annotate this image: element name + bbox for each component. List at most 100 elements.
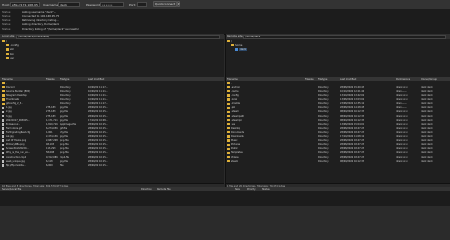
table-row[interactable]: Thumbnails Directory 10/09/22 11:11... bbox=[0, 98, 224, 102]
table-row[interactable]: PrimaryDBs.png 48,193 png-file 28/09/22 10:… bbox=[0, 143, 224, 147]
table-row[interactable]: Videos Directory 28/08/2022 18:47:23 drwxr-… bbox=[225, 155, 450, 159]
folder-icon bbox=[2, 82, 5, 85]
table-row[interactable]: .mozilla Directory 23/08/2022 12:35:12 drwx… bbox=[225, 102, 450, 106]
file-icon bbox=[2, 114, 4, 118]
table-row[interactable]: .steampath Directory 08/09/2022 16:12:33 dr… bbox=[225, 114, 450, 118]
local-path-input[interactable]: /home/deck/Downloads/ bbox=[16, 34, 220, 39]
table-row[interactable]: gitconfig_2_3... Directory 10/09/22 11:17.… bbox=[0, 102, 224, 106]
table-row[interactable]: Music Directory 28/08/2022 18:47:23 drwxr-x… bbox=[225, 139, 450, 143]
table-row[interactable]: steam Directory 08/09/2022 16:12:33 drwxr-x… bbox=[225, 159, 450, 163]
table-row[interactable]: eseb_unique.jpg 6,118 jpg-file 28/09/22 10:… bbox=[0, 159, 224, 163]
pane-splitter[interactable] bbox=[224, 34, 226, 187]
table-row[interactable]: .cache Directory 10/10/2022 12:21:44 drwx--… bbox=[225, 90, 450, 94]
table-row[interactable]: .. bbox=[225, 82, 450, 86]
tree-node[interactable]: usr bbox=[6, 56, 14, 60]
cell-name: Templates bbox=[231, 151, 243, 155]
table-row[interactable]: .var Directory 13/08/2022 15:04:01 drwxr-xr… bbox=[225, 123, 450, 127]
cell-mod: 17/10/22 10:08... bbox=[88, 118, 108, 122]
table-row[interactable]: ForthgradingRest.cfg 1,001 cfg-file 28/09/2… bbox=[0, 131, 224, 135]
table-row[interactable]: Documents Directory 28/08/2022 18:47:23 drw… bbox=[225, 131, 450, 135]
table-row[interactable]: .pki Directory 28/08/2022 14:28:45 drwx----… bbox=[225, 106, 450, 110]
cell-type: jpg-file bbox=[60, 135, 68, 139]
table-row[interactable]: ScreenShot20220... 113,293 png-file 28/09/2… bbox=[0, 147, 224, 151]
tree-node[interactable]: / bbox=[227, 40, 232, 43]
tree-node[interactable]: .config bbox=[6, 44, 19, 47]
tree-node[interactable]: home bbox=[231, 44, 242, 47]
cell-name: .config bbox=[231, 94, 239, 98]
local-site-label: Local site: bbox=[2, 35, 16, 38]
cell-mod: 28/09/22 10:15... bbox=[88, 147, 108, 151]
file-icon bbox=[2, 127, 4, 130]
cell-own: deck deck bbox=[421, 110, 433, 114]
cell-type: Directory bbox=[60, 98, 71, 102]
table-row[interactable]: 1.jpg 275,183 jpg-file 28/09/22 10:15... bbox=[0, 106, 224, 110]
table-row[interactable]: ftp://ftp.mozilla... 6,009 file 28/09/22 10… bbox=[0, 164, 224, 168]
cell-mod: 28/09/22 10:15... bbox=[88, 122, 108, 126]
tree-node[interactable]: etc bbox=[6, 48, 14, 51]
folder-icon bbox=[227, 155, 230, 159]
folder-icon bbox=[231, 44, 234, 47]
tree-node[interactable]: / bbox=[2, 40, 7, 43]
table-row[interactable]: construction.mp4 9,312,086 mp4-file 28/09/2… bbox=[0, 155, 224, 159]
tree-node[interactable]: bin bbox=[6, 52, 14, 56]
table-row[interactable]: 20221017_093025... 1,171,711 jpg-file 17/10… bbox=[0, 118, 224, 122]
quickconnect-dropdown-button[interactable]: ▾ bbox=[177, 1, 180, 7]
log-line-status: Status: bbox=[2, 19, 12, 23]
log-line: Status: Connected to 192.168.95.75 bbox=[2, 15, 59, 18]
tree-node-label: home bbox=[235, 44, 243, 48]
folder-icon bbox=[2, 94, 5, 97]
cell-type: Directory bbox=[60, 94, 71, 98]
cell-name: List Of Hooks.png bbox=[6, 139, 27, 143]
cell-type: Directory bbox=[318, 94, 329, 98]
cell-own: deck deck bbox=[421, 118, 433, 122]
local-directory-tree[interactable]: / .config etc bin usr bbox=[0, 39, 224, 78]
table-row[interactable]: .config Directory 13/10/2022 13:42:02 drwxr… bbox=[225, 94, 450, 98]
cell-perm: drwxr-xr-x bbox=[396, 139, 408, 143]
remote-directory-tree[interactable]: / home deck bbox=[225, 39, 450, 78]
cell-mod: 13/08/2022 15:04:01 bbox=[340, 122, 365, 126]
table-row[interactable]: List Of Hooks.png 2,687,208 png-file 28/09/… bbox=[0, 139, 224, 143]
cell-type: jpg-file bbox=[60, 106, 68, 110]
table-row[interactable]: 2.jpg 275,183 jpg-file 28/09/22 10:15... bbox=[0, 110, 224, 114]
table-row[interactable]: .local Directory 13/08/2022 13:03:02 drwxr-… bbox=[225, 98, 450, 102]
port-input[interactable] bbox=[137, 1, 147, 7]
chevron-down-icon: ▾ bbox=[178, 2, 180, 7]
remote-path-input[interactable]: /home/deck bbox=[243, 34, 446, 39]
table-row[interactable]: Lal.jpg 2,474,136 jpg-file 28/09/22 10:15..… bbox=[0, 135, 224, 139]
local-file-list[interactable]: .. Discord Directory 10/09/22 11:17... Gnome… bbox=[0, 81, 224, 183]
table-row[interactable]: Desktop Directory 28/08/2022 18:47:23 drwxr… bbox=[225, 127, 450, 131]
cell-mod: 08/09/2022 16:12:33 bbox=[340, 118, 365, 122]
log-line-status: Status: bbox=[2, 14, 12, 18]
table-row[interactable]: .. bbox=[0, 82, 224, 86]
table-row[interactable]: 3.jpg 275,183 jpg-file 28/09/22 10:15... bbox=[0, 114, 224, 118]
cell-name: .. bbox=[231, 81, 233, 85]
folder-icon bbox=[227, 106, 230, 109]
table-row[interactable]: Public Directory 28/08/2022 18:47:23 drwxr-… bbox=[225, 147, 450, 151]
table-row[interactable]: Endeavour... 1,810,716 AppImage-file 28/09/… bbox=[0, 123, 224, 127]
table-row[interactable]: Why_is_the_run_ex... 58,008 png-file 28/09/… bbox=[0, 151, 224, 155]
table-row[interactable]: .steampid Directory 08/09/2022 16:12:33 drw… bbox=[225, 118, 450, 122]
password-input[interactable]: •••••• bbox=[100, 1, 124, 7]
table-row[interactable]: Downloads Directory 17/10/2022 11:08:12 drw… bbox=[225, 135, 450, 139]
table-row[interactable]: Discord Directory 10/09/22 11:17... bbox=[0, 86, 224, 90]
table-row[interactable]: .steam Directory 08/09/2022 16:12:33 drwxr-… bbox=[225, 110, 450, 114]
table-row[interactable]: .android Directory 28/08/2022 15:40:43 drwx… bbox=[225, 86, 450, 90]
quickconnect-button[interactable]: Quickconnect bbox=[153, 1, 177, 7]
cell-type: Directory bbox=[318, 155, 329, 159]
cell-type: Directory bbox=[318, 130, 329, 134]
tree-node[interactable]: deck bbox=[235, 48, 248, 52]
folder-icon bbox=[235, 48, 238, 51]
remote-file-list[interactable]: .. .android Directory 28/08/2022 15:40:43 dr… bbox=[225, 81, 450, 183]
table-row[interactable]: Farm store.gif 6,274,056 gif-file 28/09/22 … bbox=[0, 127, 224, 131]
cell-own: deck deck bbox=[421, 126, 433, 130]
cell-mod: 28/09/22 10:15... bbox=[88, 135, 108, 139]
host-input[interactable]: sftp://172.168.95 bbox=[10, 1, 40, 7]
table-row[interactable]: Pictures Directory 28/08/2022 18:47:23 drwx… bbox=[225, 143, 450, 147]
transfer-queue[interactable] bbox=[0, 191, 450, 206]
table-row[interactable]: Gnome Builder (EDK) Directory 10/09/22 11:… bbox=[0, 90, 224, 94]
cell-name: .steampid bbox=[231, 118, 243, 122]
file-icon bbox=[2, 106, 4, 110]
table-row[interactable]: Templates Directory 28/08/2022 18:47:23 drw… bbox=[225, 151, 450, 155]
username-input[interactable]: deck bbox=[58, 1, 80, 7]
table-row[interactable]: Telegram Desktop Directory 10/09/22 11:11.… bbox=[0, 94, 224, 98]
